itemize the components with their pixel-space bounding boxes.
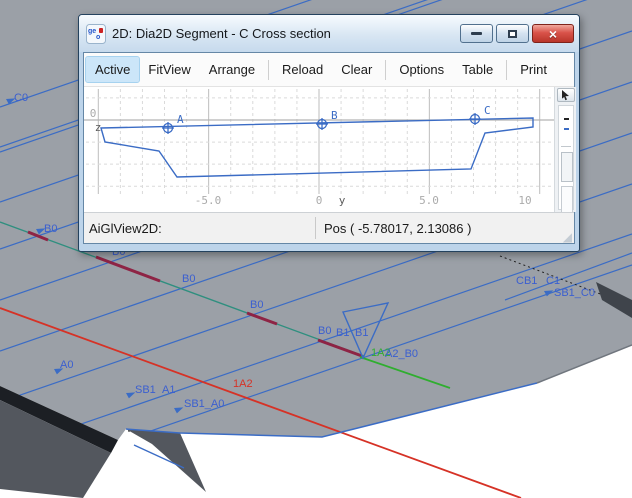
close-icon: × [549, 27, 557, 41]
app-icon: ge o [86, 24, 106, 44]
menu-separator [506, 60, 507, 80]
plot-scrollbar[interactable] [558, 105, 574, 210]
scroll-divider [561, 146, 571, 147]
maximize-icon [508, 30, 517, 38]
plot-side-toolbar [554, 87, 576, 212]
plot-axis-labels: -5.005.010y0z [90, 107, 532, 207]
cross-section-plot[interactable]: -5.005.010y0z ABC [84, 87, 554, 216]
plot-node-markers: A B C [162, 104, 491, 134]
window-titlebar[interactable]: ge o 2D: Dia2D Segment - C Cross section… [79, 15, 579, 52]
menu-item-fitview[interactable]: FitView [139, 57, 199, 82]
menu-item-active[interactable]: Active [86, 57, 139, 82]
menu-separator [268, 60, 269, 80]
application-stage: C0B0B0B0B0B0B1B1A0SB1A1SB1_A01A21A2A2_B0… [0, 0, 632, 498]
maximize-button[interactable] [496, 24, 529, 43]
minimize-button[interactable] [460, 24, 493, 43]
window-controls: × [460, 24, 574, 43]
menu-item-arrange[interactable]: Arrange [200, 57, 264, 82]
svg-text:C: C [484, 104, 491, 117]
window-title: 2D: Dia2D Segment - C Cross section [112, 26, 460, 41]
scroll-mark-blue [564, 128, 569, 130]
close-button[interactable]: × [532, 24, 574, 43]
menu-item-clear[interactable]: Clear [332, 57, 381, 82]
cursor-icon [561, 90, 571, 101]
cursor-tool-button[interactable] [557, 88, 575, 102]
scroll-thumb[interactable] [561, 152, 573, 182]
cross-section-outline [101, 118, 533, 177]
menu-item-reload[interactable]: Reload [273, 57, 332, 82]
menu-bar: ActiveFitViewArrange ReloadClear OptionsTa… [84, 53, 574, 87]
resize-grip[interactable]: ◢ [563, 231, 574, 243]
status-view-label: AiGlView2D: [84, 221, 315, 236]
menu-item-options[interactable]: Options [390, 57, 453, 82]
dia2d-window: ge o 2D: Dia2D Segment - C Cross section… [78, 14, 580, 252]
menu-item-print[interactable]: Print [511, 57, 547, 82]
svg-text:5.0: 5.0 [419, 194, 439, 207]
status-position: Pos ( -5.78017, 2.13086 ) [316, 221, 563, 236]
svg-text:o: o [96, 34, 100, 41]
menu-separator [385, 60, 386, 80]
window-body: ActiveFitViewArrange ReloadClear OptionsTa… [83, 52, 575, 244]
minimize-icon [471, 32, 482, 35]
svg-text:y: y [339, 194, 346, 207]
svg-text:B: B [331, 109, 338, 122]
svg-text:-5.0: -5.0 [195, 194, 222, 207]
web-face-inner [126, 429, 206, 492]
svg-text:0: 0 [316, 194, 323, 207]
svg-text:A: A [177, 113, 184, 126]
status-bar: AiGlView2D: Pos ( -5.78017, 2.13086 ) ◢ [84, 212, 574, 243]
plot-row: -5.005.010y0z ABC [84, 87, 574, 212]
menu-item-table[interactable]: Table [453, 57, 502, 82]
svg-text:10: 10 [518, 194, 531, 207]
scroll-mark-dark [564, 118, 569, 120]
svg-text:0: 0 [90, 107, 97, 120]
scroll-thumb-secondary[interactable] [561, 186, 573, 214]
